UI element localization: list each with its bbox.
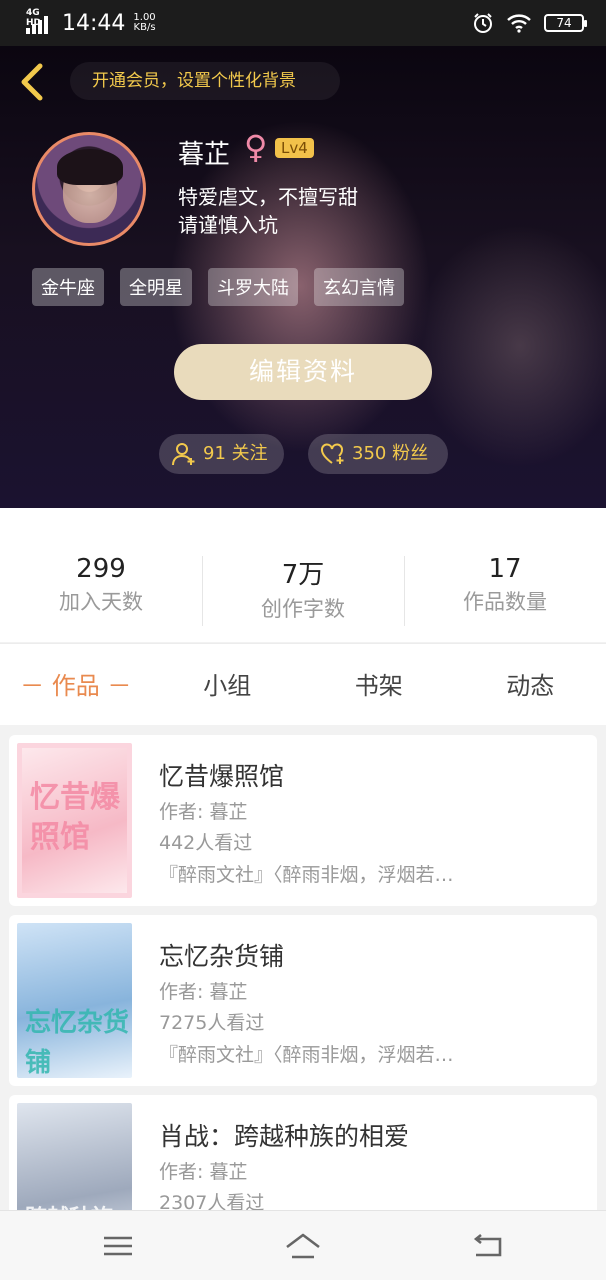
stat-value: 17 bbox=[488, 554, 522, 584]
work-views: 2307人看过 bbox=[159, 1192, 265, 1210]
tag-item[interactable]: 玄幻言情 bbox=[314, 268, 404, 306]
back-icon[interactable] bbox=[468, 1229, 508, 1263]
signal-icon: 4G HD bbox=[26, 8, 56, 34]
edit-profile-button[interactable]: 编辑资料 bbox=[174, 344, 432, 400]
fans-label: 350 粉丝 bbox=[352, 443, 429, 464]
clock: 14:44 bbox=[62, 10, 126, 36]
work-views: 442人看过 bbox=[159, 832, 253, 854]
tab-activity[interactable]: 动态 bbox=[455, 644, 606, 725]
tag-item[interactable]: 斗罗大陆 bbox=[208, 268, 298, 306]
bio-line: 特爱虐文，不擅写甜 bbox=[178, 185, 358, 209]
stat-label: 加入天数 bbox=[59, 590, 143, 614]
work-title: 忘忆杂货铺 bbox=[159, 942, 285, 971]
tag-item[interactable]: 全明星 bbox=[120, 268, 192, 306]
work-author: 作者: 暮芷 bbox=[159, 1161, 248, 1183]
stat-word-count: 7万 创作字数 bbox=[202, 554, 404, 642]
stat-join-days: 299 加入天数 bbox=[0, 554, 202, 642]
work-author: 作者: 暮芷 bbox=[159, 981, 248, 1003]
work-card[interactable]: 忆昔爆照馆 忆昔爆照馆 作者: 暮芷 442人看过 『醉雨文社』〈醉雨非烟，浮烟… bbox=[9, 735, 597, 906]
stats-bar: 299 加入天数 7万 创作字数 17 作品数量 bbox=[0, 508, 606, 642]
vip-background-banner[interactable]: 开通会员，设置个性化背景 bbox=[70, 62, 340, 100]
work-views: 7275人看过 bbox=[159, 1012, 265, 1034]
network-speed: 1.00 KB/s bbox=[133, 13, 155, 33]
fans-button[interactable]: 350 粉丝 bbox=[308, 434, 448, 474]
tab-works[interactable]: － 作品 － bbox=[0, 644, 152, 725]
work-title: 肖战：跨越种族的相爱 bbox=[159, 1122, 410, 1151]
tab-bookshelf[interactable]: 书架 bbox=[303, 644, 455, 725]
profile-tabs: － 作品 － 小组 书架 动态 bbox=[0, 643, 606, 725]
network-type: 4G HD bbox=[26, 8, 42, 28]
user-bio: 特爱虐文，不擅写甜 请谨慎入坑 bbox=[178, 183, 358, 239]
alarm-icon bbox=[474, 13, 492, 33]
speed-unit: KB/s bbox=[133, 22, 156, 33]
wifi-icon bbox=[507, 14, 531, 33]
status-bar: 4G HD 14:44 1.00 KB/s 74 bbox=[0, 0, 606, 46]
stat-works-count: 17 作品数量 bbox=[404, 554, 606, 642]
bio-line: 请谨慎入坑 bbox=[178, 213, 278, 237]
back-arrow-icon[interactable] bbox=[14, 62, 48, 102]
user-name: 暮芷 bbox=[178, 140, 231, 170]
following-button[interactable]: 91 关注 bbox=[159, 434, 284, 474]
avatar[interactable] bbox=[32, 132, 146, 246]
work-card[interactable]: 跨越种族 肖战：跨越种族的相爱 作者: 暮芷 2307人看过 bbox=[9, 1095, 597, 1210]
add-user-icon bbox=[172, 443, 195, 466]
stat-label: 作品数量 bbox=[463, 590, 547, 614]
work-title: 忆昔爆照馆 bbox=[159, 762, 285, 791]
work-description: 『醉雨文社』〈醉雨非烟，浮烟若… bbox=[159, 864, 454, 886]
stat-value: 299 bbox=[76, 554, 126, 584]
menu-icon[interactable] bbox=[98, 1229, 138, 1263]
works-list: 忆昔爆照馆 忆昔爆照馆 作者: 暮芷 442人看过 『醉雨文社』〈醉雨非烟，浮烟… bbox=[0, 725, 606, 1210]
tag-item[interactable]: 金牛座 bbox=[32, 268, 104, 306]
female-icon: ♀ bbox=[244, 128, 268, 166]
cover-title: 跨越种族 bbox=[25, 1199, 113, 1210]
work-description: 『醉雨文社』〈醉雨非烟，浮烟若… bbox=[159, 1044, 454, 1066]
profile-header: 开通会员，设置个性化背景 暮芷 ♀ Lv4 特爱虐文，不擅写甜 请谨慎入坑 金牛… bbox=[0, 46, 606, 508]
work-card[interactable]: 忘忆杂货铺 忘忆杂货铺 作者: 暮芷 7275人看过 『醉雨文社』〈醉雨非烟，浮… bbox=[9, 915, 597, 1086]
system-nav-bar bbox=[0, 1210, 606, 1280]
cover-title: 忘忆杂货铺 bbox=[25, 1008, 130, 1078]
battery-icon: 74 bbox=[544, 14, 587, 32]
tag-list: 金牛座 全明星 斗罗大陆 玄幻言情 bbox=[32, 268, 404, 306]
following-label: 91 关注 bbox=[203, 443, 268, 464]
book-cover: 忆昔爆照馆 bbox=[17, 743, 132, 898]
home-icon[interactable] bbox=[283, 1229, 323, 1263]
cover-title: 忆昔爆照馆 bbox=[30, 780, 120, 855]
level-badge: Lv4 bbox=[275, 138, 314, 158]
work-author: 作者: 暮芷 bbox=[159, 801, 248, 823]
stat-value: 7万 bbox=[281, 560, 325, 590]
book-cover: 跨越种族 bbox=[17, 1103, 132, 1210]
heart-plus-icon bbox=[321, 443, 344, 464]
book-cover: 忘忆杂货铺 bbox=[17, 923, 132, 1078]
stat-label: 创作字数 bbox=[261, 597, 345, 621]
tab-groups[interactable]: 小组 bbox=[152, 644, 304, 725]
